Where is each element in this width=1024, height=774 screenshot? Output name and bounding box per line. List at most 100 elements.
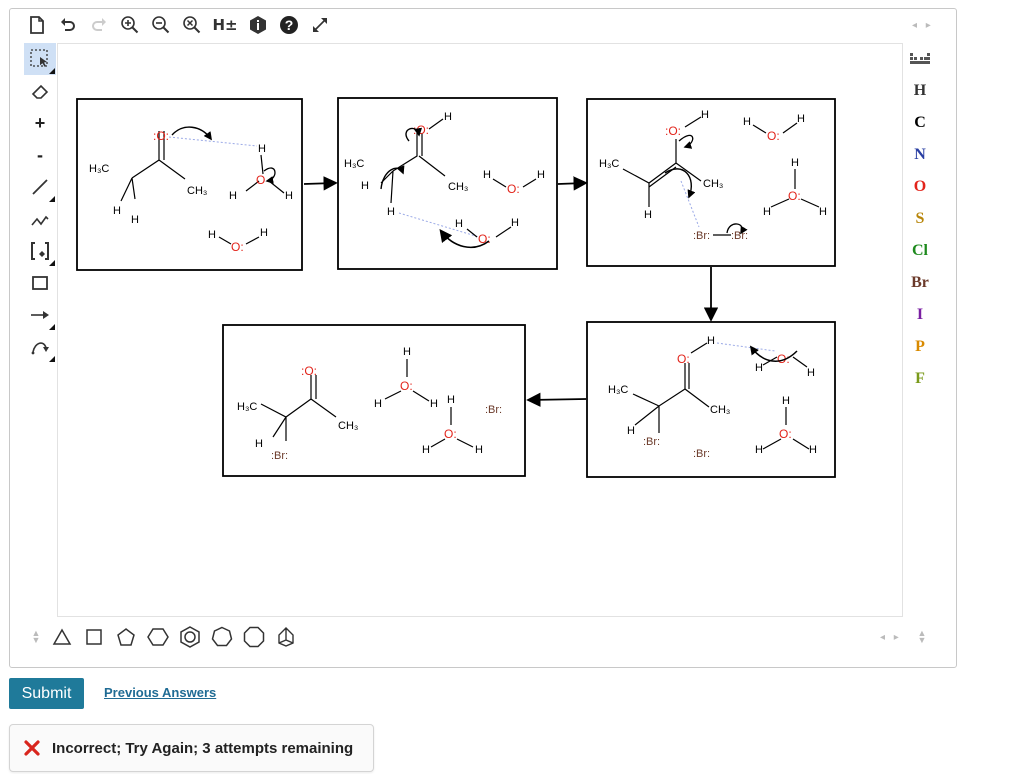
svg-text:H₃C: H₃C [599,158,619,170]
svg-text:H: H [422,444,430,456]
svg-text:H: H [475,444,483,456]
cyclobutane-template[interactable] [82,625,106,649]
palette-scroll-arrows[interactable]: ▲ ▼ [916,629,928,645]
element-button-n[interactable]: N [905,139,935,171]
cyclopentane-template[interactable] [114,625,138,649]
reaction-arrow-tool[interactable] [24,299,56,331]
charge-minus-label: - [37,144,43,165]
svg-text:CH₃: CH₃ [710,404,730,416]
cyclopropane-template[interactable] [50,625,74,649]
svg-text:O:: O: [231,240,244,254]
element-button-c[interactable]: C [905,107,935,139]
element-button-o[interactable]: O [905,171,935,203]
left-toolbar: + - [24,43,56,363]
bicyclic-template[interactable] [274,625,298,649]
svg-text:H₃C: H₃C [608,384,628,396]
erase-tool[interactable] [24,75,56,107]
charge-plus-label: + [34,112,46,133]
select-tool[interactable] [24,43,56,75]
fullscreen-icon[interactable] [309,14,331,36]
svg-text:H₃C: H₃C [344,158,364,170]
svg-text:O:: O: [777,352,790,366]
undo-icon[interactable] [57,14,79,36]
svg-text::Br:: :Br: [693,448,710,460]
svg-text::Br:: :Br: [731,230,748,242]
mechanism-drawing: H₃C CH₃ :O: H H H O H H H O: H H₃C CH₃ :… [76,97,836,478]
curved-arrow-tool[interactable] [24,331,56,363]
arrow-tool-more-icon [49,324,55,330]
chain-tool[interactable] [24,203,56,235]
reaction-arrow-1[interactable] [303,176,338,191]
svg-text:O:: O: [444,427,457,441]
svg-text::Br:: :Br: [271,450,288,462]
reaction-arrow-4[interactable] [526,392,587,407]
submit-button[interactable]: Submit [9,678,84,709]
svg-text:H: H [791,157,799,169]
svg-text:H: H [430,398,438,410]
svg-text:H: H [707,335,715,347]
zoom-in-icon[interactable] [119,14,141,36]
svg-text:O:: O: [788,189,801,203]
add-hydrogens-button[interactable]: H± [212,14,238,36]
svg-text:H: H [444,111,452,123]
svg-text:CH₃: CH₃ [703,178,723,190]
element-button-f[interactable]: F [905,363,935,395]
element-button-br[interactable]: Br [905,267,935,299]
svg-text:H: H [113,205,121,217]
svg-text:H: H [285,190,293,202]
svg-text:H: H [755,362,763,374]
element-button-s[interactable]: S [905,203,935,235]
svg-text:H₃C: H₃C [237,401,257,413]
zoom-reset-icon[interactable] [181,14,203,36]
svg-text:H: H [511,217,519,229]
template-tool[interactable] [24,235,56,267]
svg-text::Br:: :Br: [693,230,710,242]
cycloheptane-template[interactable] [210,625,234,649]
bond-tool-more-icon [49,196,55,202]
element-button-cl[interactable]: Cl [905,235,935,267]
periodic-table-button[interactable] [905,43,935,75]
svg-text:?: ? [285,17,294,33]
svg-text:H: H [361,180,369,192]
previous-answers-link[interactable]: Previous Answers [104,685,216,700]
svg-text:H: H [763,206,771,218]
svg-text::Br:: :Br: [643,436,660,448]
svg-text:H: H [483,169,491,181]
rectangle-tool[interactable] [24,267,56,299]
svg-text:O:: O: [779,427,792,441]
template-scroll-arrows[interactable]: ▲ ▼ [30,629,42,645]
step-2-molecules: H₃C CH₃ :O: H H H H O: H H O: H [344,111,545,249]
zoom-out-icon[interactable] [150,14,172,36]
cyclohexane-template[interactable] [146,625,170,649]
help-icon[interactable]: ? [278,14,300,36]
svg-text:H: H [782,395,790,407]
new-document-icon[interactable] [26,14,48,36]
info-icon[interactable] [247,14,269,36]
template-horizontal-scroll[interactable]: ◂ ▸ [880,632,902,643]
toolbar-scroll-arrows[interactable]: ◂ ▸ [912,20,934,31]
element-button-p[interactable]: P [905,331,935,363]
element-button-h[interactable]: H [905,75,935,107]
svg-text:H: H [455,218,463,230]
svg-text:H: H [755,444,763,456]
svg-text:H: H [258,143,266,155]
top-toolbar: H± ? [26,12,331,38]
drawing-canvas[interactable]: H₃C CH₃ :O: H H H O H H H O: H H₃C CH₃ :… [57,43,903,617]
reaction-arrow-2[interactable] [557,176,588,191]
step-1-molecules: H₃C CH₃ :O: H H H O H H H O: H [89,126,293,254]
svg-text:CH₃: CH₃ [187,185,207,197]
element-button-i[interactable]: I [905,299,935,331]
step-4-molecules: H₃C CH₃ O: H H :Br: H O: H :Br: H O: H H [608,335,817,460]
svg-text:H: H [743,116,751,128]
step-5-molecules: H₃C CH₃ :O: H :Br: H O: H H H O: H H :Br… [237,346,502,462]
single-bond-tool[interactable] [24,171,56,203]
redo-icon[interactable] [88,14,110,36]
benzene-template[interactable] [178,625,202,649]
svg-text:H₃C: H₃C [89,163,109,175]
svg-text:H: H [387,206,395,218]
cyclooctane-template[interactable] [242,625,266,649]
charge-plus-tool[interactable]: + [24,107,56,139]
svg-text:H: H [627,425,635,437]
charge-minus-tool[interactable]: - [24,139,56,171]
svg-text:H: H [537,169,545,181]
